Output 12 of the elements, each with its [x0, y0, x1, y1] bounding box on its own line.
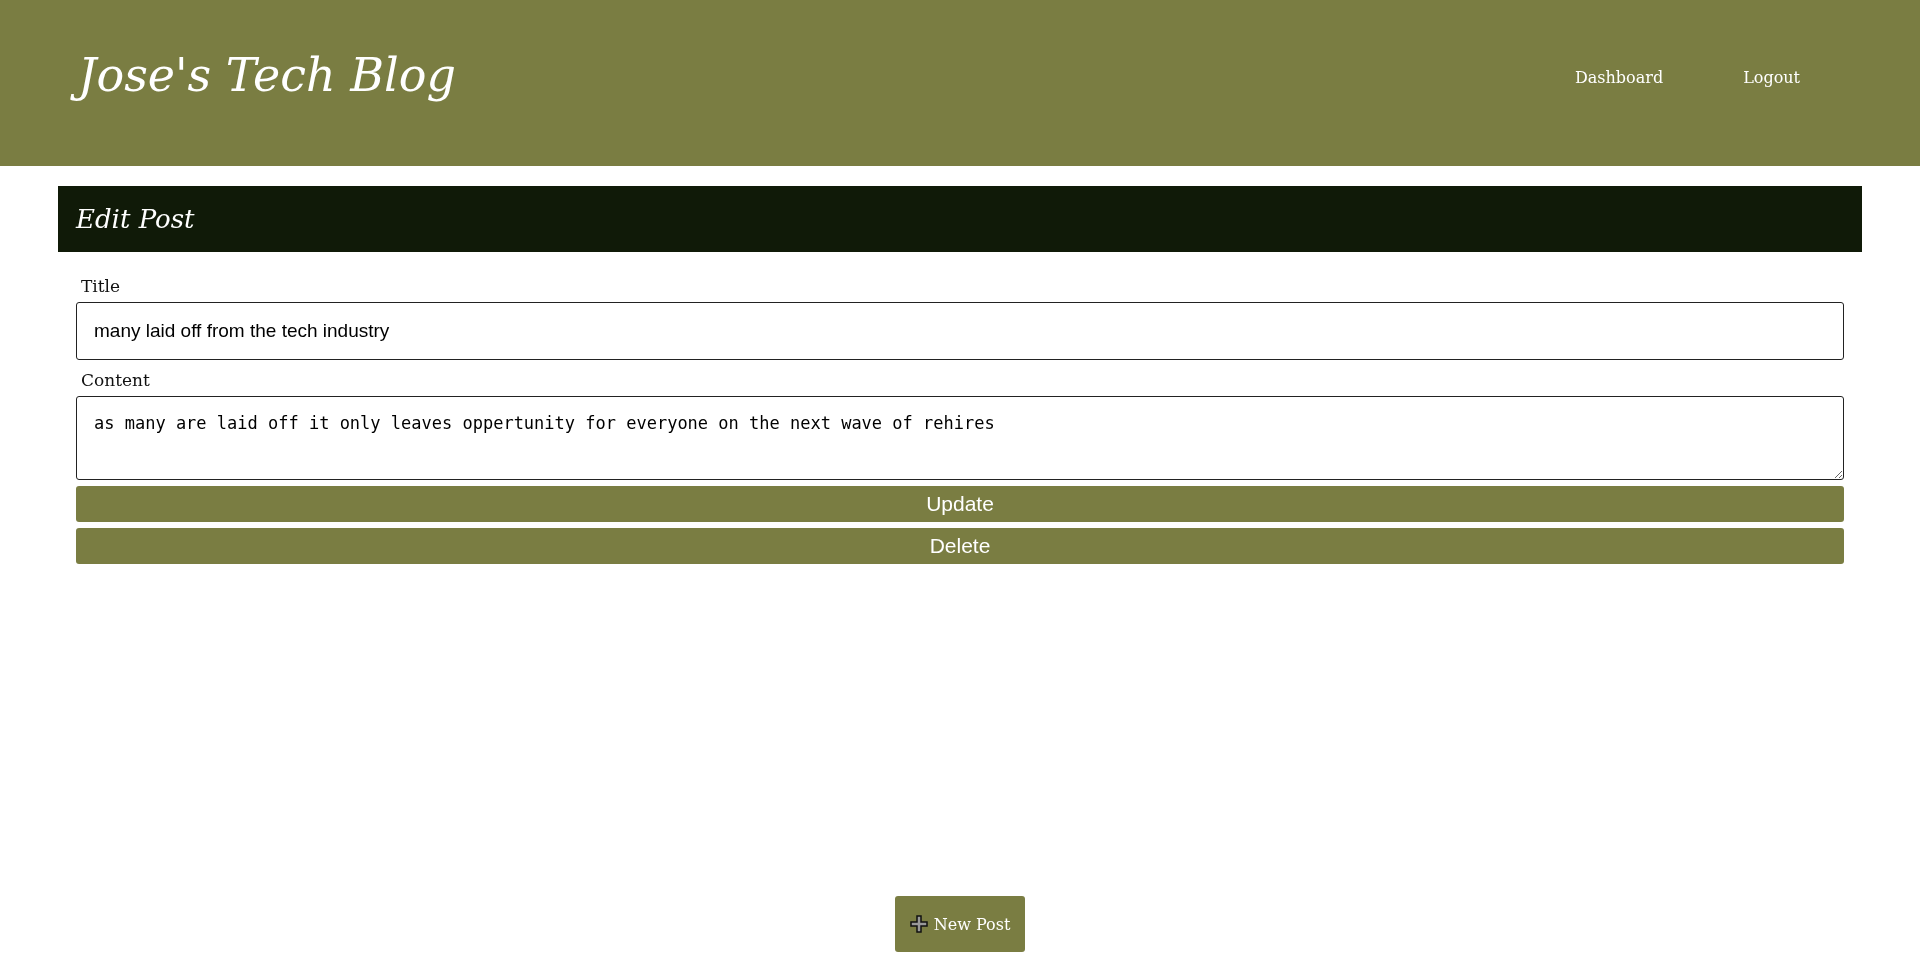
nav-link[interactable]: Dashboard — [1574, 67, 1664, 87]
panel-title: Edit Post — [76, 204, 196, 234]
field-label: Title — [81, 276, 122, 296]
plus-icon — [909, 915, 928, 933]
nav-link[interactable]: Logout — [1743, 67, 1800, 87]
new-post-button[interactable]: New Post — [895, 896, 1025, 952]
content-field[interactable]: as many are laid off it only leaves oppertunity for everyone on the next wave of rehires — [76, 396, 1844, 480]
title-field[interactable]: many laid off from the tech industry — [76, 302, 1844, 360]
site-title: Jose's Tech Blog — [70, 44, 468, 112]
field-label: Content — [81, 370, 151, 390]
update-button[interactable]: Update — [76, 486, 1844, 522]
delete-button[interactable]: Delete — [76, 528, 1844, 564]
